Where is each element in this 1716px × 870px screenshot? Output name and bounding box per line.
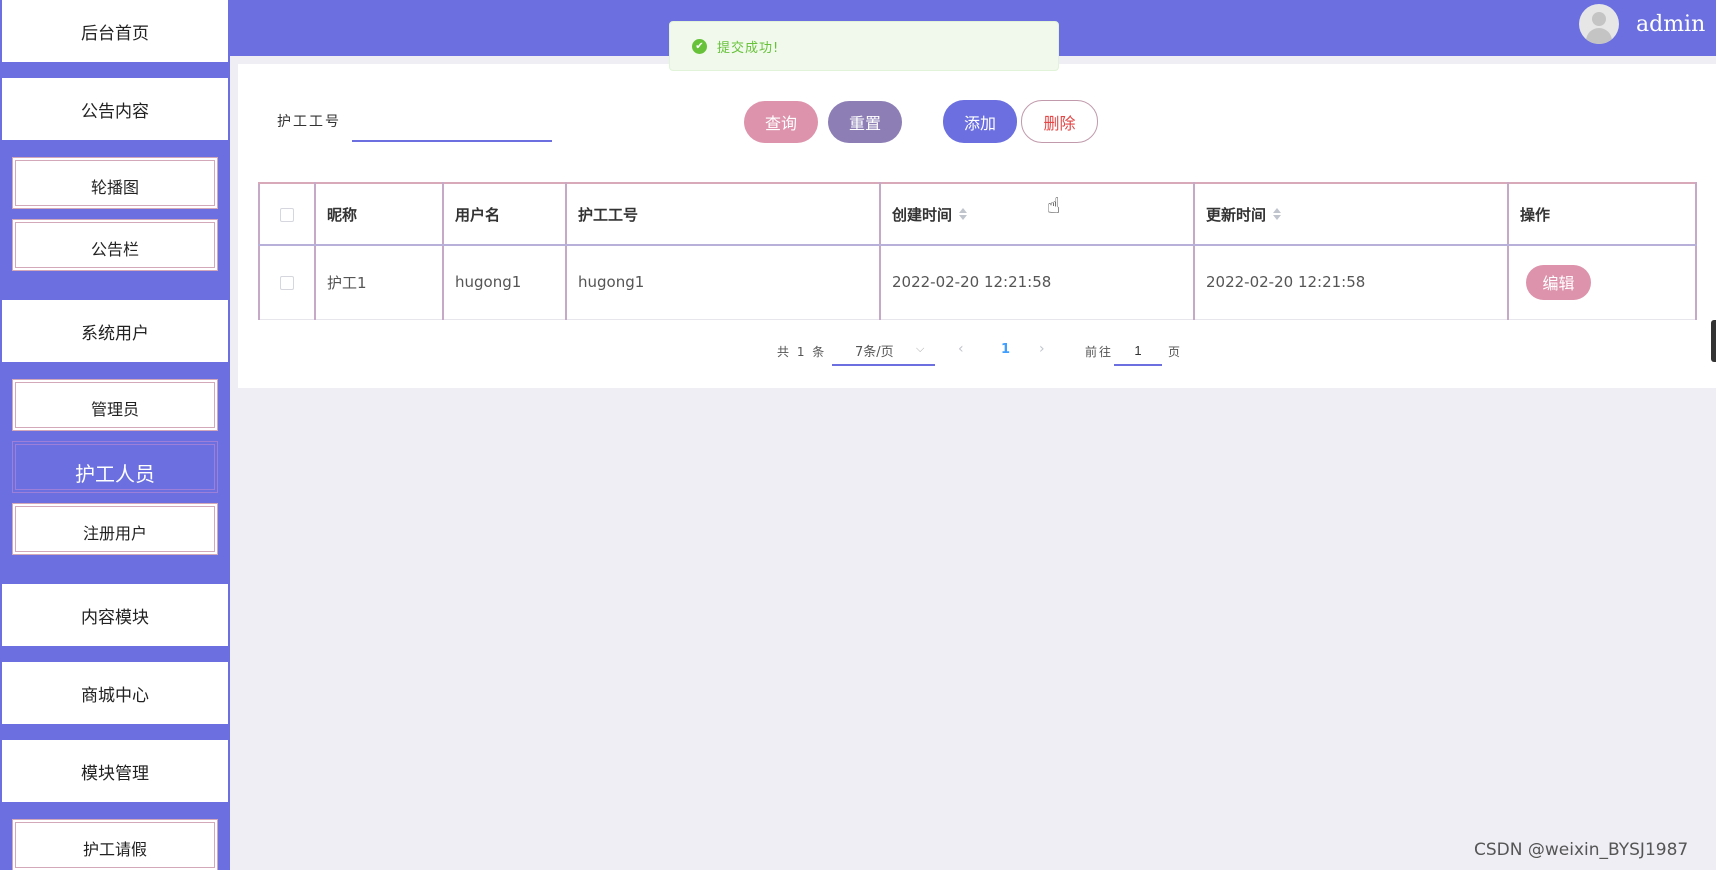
next-page-icon[interactable]: › <box>1039 341 1045 357</box>
goto-prefix: 前往 <box>1085 345 1114 359</box>
menu-carousel-label: 轮播图 <box>90 178 139 197</box>
hand-pointer-cursor-icon: ☝ <box>1047 194 1061 219</box>
select-all-checkbox[interactable] <box>280 207 294 222</box>
menu-admin[interactable]: 管理员 <box>12 379 218 431</box>
sidebar: 后台首页 公告内容 轮播图 公告栏 系统用户 管理员 护工人员 注册用户 内容模… <box>0 0 230 870</box>
scrollbar-handle[interactable] <box>1711 320 1716 362</box>
menu-registered[interactable]: 注册用户 <box>12 503 218 555</box>
delete-button[interactable]: 删除 <box>1021 100 1098 143</box>
menu-leave[interactable]: 护工请假 <box>12 819 218 870</box>
cell-worker-no: hugong1 <box>565 245 881 320</box>
select-all-cell <box>258 182 316 246</box>
menu-notice-group[interactable]: 公告内容 <box>2 78 228 140</box>
search-label: 护工工号 <box>277 114 341 130</box>
menu-admin-label: 管理员 <box>90 400 139 419</box>
goto-suffix: 页 <box>1168 345 1181 359</box>
menu-registered-label: 注册用户 <box>82 524 147 543</box>
cell-nickname: 护工1 <box>314 245 444 320</box>
col-header-created-label: 创建时间 <box>892 205 953 224</box>
page-number-current[interactable]: 1 <box>1001 342 1010 357</box>
menu-mall-group-label: 商城中心 <box>81 685 149 706</box>
col-header-nickname-label: 昵称 <box>327 205 358 224</box>
menu-home-label: 后台首页 <box>81 23 149 44</box>
menu-nurse[interactable]: 护工人员 <box>12 441 218 493</box>
row-checkbox[interactable] <box>280 275 294 290</box>
col-header-nickname: 昵称 <box>314 182 444 246</box>
menu-carousel[interactable]: 轮播图 <box>12 157 218 209</box>
sort-caret-icon[interactable] <box>958 208 968 222</box>
cell-actions: 编辑 <box>1507 245 1697 320</box>
menu-module-group[interactable]: 模块管理 <box>2 740 228 802</box>
pagination-total: 共 1 条 <box>777 345 827 359</box>
avatar-head-shape <box>1592 12 1606 26</box>
menu-mall-group[interactable]: 商城中心 <box>2 662 228 724</box>
success-toast: ✔ 提交成功! <box>669 21 1059 71</box>
menu-notice-group-label: 公告内容 <box>81 101 149 122</box>
prev-page-icon[interactable]: ‹ <box>958 341 964 357</box>
menu-nurse-label: 护工人员 <box>75 461 155 486</box>
menu-module-group-label: 模块管理 <box>81 763 149 784</box>
add-button[interactable]: 添加 <box>943 100 1017 143</box>
menu-leave-label: 护工请假 <box>82 840 147 859</box>
menu-sysuser-group[interactable]: 系统用户 <box>2 300 228 362</box>
page-size-select[interactable]: 7条/页 ⌵ <box>832 336 935 366</box>
query-button[interactable]: 查询 <box>744 101 818 143</box>
success-check-icon: ✔ <box>692 38 707 54</box>
cell-created: 2022-02-20 12:21:58 <box>879 245 1195 320</box>
page-size-value: 7条/页 <box>855 344 894 360</box>
reset-button[interactable]: 重置 <box>828 101 902 143</box>
col-header-worker-no: 护工工号 <box>565 182 881 246</box>
toast-message: 提交成功! <box>717 40 780 56</box>
header-username[interactable]: admin <box>1636 12 1705 37</box>
worker-no-search-input[interactable] <box>352 104 552 142</box>
col-header-worker-no-label: 护工工号 <box>578 205 639 224</box>
cell-updated: 2022-02-20 12:21:58 <box>1193 245 1509 320</box>
menu-bulletin-label: 公告栏 <box>90 240 139 259</box>
row-select-cell <box>258 245 316 320</box>
goto-page-input[interactable] <box>1114 336 1162 366</box>
menu-content-group[interactable]: 内容模块 <box>2 584 228 646</box>
chevron-down-icon: ⌵ <box>916 342 925 355</box>
nurse-table: 昵称 用户名 护工工号 创建时间 更新时间 操作 护工1 hugong1 hug… <box>258 182 1697 320</box>
sort-caret-icon[interactable] <box>1272 208 1282 222</box>
col-header-created[interactable]: 创建时间 <box>879 182 1195 246</box>
watermark-text: CSDN @weixin_BYSJ1987 <box>1474 840 1689 860</box>
menu-content-group-label: 内容模块 <box>81 607 149 628</box>
col-header-username-label: 用户名 <box>455 205 501 224</box>
col-header-updated-label: 更新时间 <box>1206 205 1267 224</box>
col-header-updated[interactable]: 更新时间 <box>1193 182 1509 246</box>
menu-bulletin[interactable]: 公告栏 <box>12 219 218 271</box>
avatar-body-shape <box>1586 28 1612 44</box>
user-avatar[interactable] <box>1579 4 1619 44</box>
table-header-row: 昵称 用户名 护工工号 创建时间 更新时间 操作 <box>258 182 1697 246</box>
cell-username: hugong1 <box>442 245 567 320</box>
menu-home[interactable]: 后台首页 <box>2 0 228 62</box>
col-header-actions-label: 操作 <box>1520 205 1551 224</box>
col-header-actions: 操作 <box>1507 182 1697 246</box>
edit-button[interactable]: 编辑 <box>1526 264 1591 300</box>
menu-sysuser-group-label: 系统用户 <box>81 323 149 344</box>
table-row: 护工1 hugong1 hugong1 2022-02-20 12:21:58 … <box>258 245 1697 320</box>
col-header-username: 用户名 <box>442 182 567 246</box>
